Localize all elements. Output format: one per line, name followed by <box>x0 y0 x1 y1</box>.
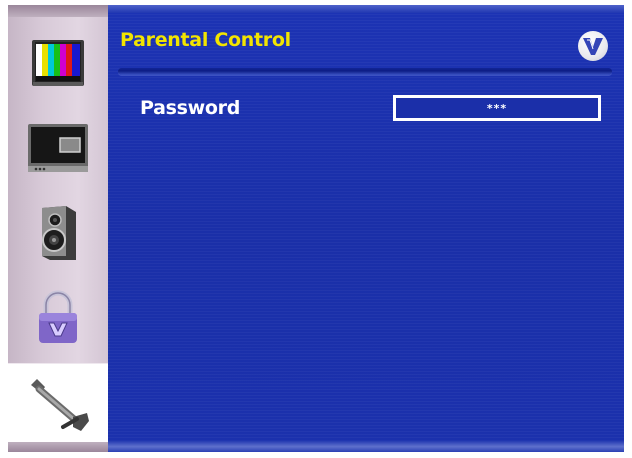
password-label: Password <box>140 97 241 119</box>
sidebar-item-parental[interactable] <box>8 278 108 358</box>
sidebar-item-audio[interactable] <box>8 193 108 273</box>
sidebar-item-pip[interactable] <box>8 108 108 188</box>
tv-menu-screen: Parental Control Password *** <box>8 5 624 452</box>
title-divider <box>118 68 612 75</box>
speaker-icon <box>42 206 76 260</box>
sidebar-top-bevel <box>8 5 108 17</box>
vizio-v-logo-icon <box>578 31 608 61</box>
sidebar-item-picture[interactable] <box>8 23 108 103</box>
main-bottom-bevel <box>108 440 624 452</box>
sidebar-bottom-bevel <box>8 442 108 452</box>
page-title: Parental Control <box>120 29 291 51</box>
v-logo-glyph <box>583 38 603 55</box>
main-panel: Parental Control Password *** <box>108 5 624 452</box>
wrench-icon <box>31 379 89 431</box>
padlock-icon <box>39 290 77 343</box>
tv-picture-icon <box>32 40 84 86</box>
pip-screen-icon <box>28 124 88 172</box>
password-field[interactable]: *** <box>393 95 601 121</box>
sidebar-item-setup[interactable] <box>8 363 108 446</box>
main-top-bevel <box>108 5 624 13</box>
sidebar <box>8 5 108 452</box>
password-value: *** <box>486 101 508 115</box>
